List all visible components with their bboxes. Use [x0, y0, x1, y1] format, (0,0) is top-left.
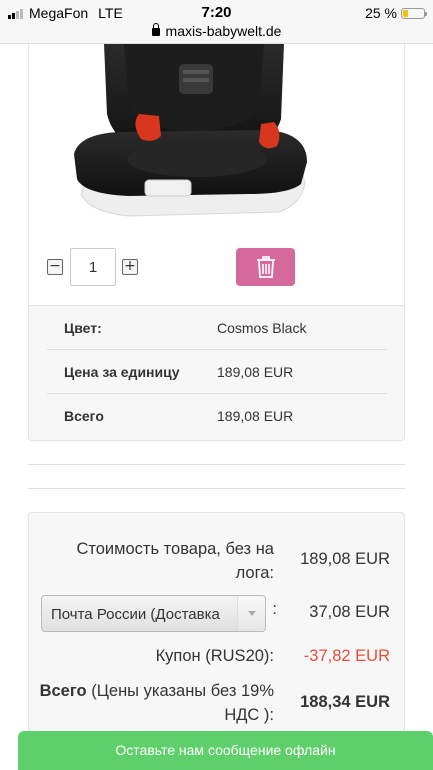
subtotal-value: 189,08 EUR: [300, 550, 390, 568]
total-label-note: (Цены указаны без 19% НДС ):: [86, 682, 274, 724]
battery-percent: 25 %: [365, 5, 397, 21]
attribute-label: Цена за единицу: [64, 364, 180, 380]
chevron-down-icon: [237, 596, 265, 631]
shipping-method-select[interactable]: Почта России (Доставка: [41, 595, 266, 632]
attribute-label: Всего: [64, 408, 104, 424]
status-bar: MegaFon LTE 7:20 maxis-babywelt.de 25 %: [0, 0, 433, 44]
increase-quantity-button[interactable]: +: [122, 259, 138, 275]
battery-status: 25 %: [365, 5, 427, 21]
offline-message-button[interactable]: Оставьте нам сообщение офлайн: [18, 731, 433, 770]
delete-item-button[interactable]: [236, 248, 295, 286]
subtotal-label: Стоимость товара, без на лога:: [76, 540, 274, 582]
item-attributes: Цвет: Cosmos Black Цена за единицу 189,0…: [29, 305, 404, 440]
quantity-input[interactable]: 1: [70, 248, 116, 286]
attribute-value: Cosmos Black: [217, 320, 307, 336]
attribute-row: Цена за единицу 189,08 EUR: [47, 350, 387, 394]
attribute-row: Всего 189,08 EUR: [47, 394, 387, 438]
total-label-bold: Всего: [39, 682, 87, 700]
attribute-label: Цвет:: [64, 320, 102, 336]
attribute-row: Цвет: Cosmos Black: [47, 306, 387, 350]
attribute-value: 189,08 EUR: [217, 408, 294, 424]
attribute-value: 189,08 EUR: [217, 364, 294, 380]
quantity-row: − 1 +: [47, 248, 387, 288]
coupon-value: -37,82 EUR: [303, 647, 390, 665]
shipping-colon: :: [272, 600, 277, 618]
decrease-quantity-button[interactable]: −: [47, 259, 63, 275]
address-bar[interactable]: maxis-babywelt.de: [0, 23, 433, 39]
lock-icon: [151, 23, 160, 36]
divider: [28, 464, 405, 465]
battery-icon: [401, 7, 427, 19]
url-text: maxis-babywelt.de: [165, 23, 282, 39]
shipping-method-selected: Почта России (Доставка: [51, 606, 220, 623]
divider: [28, 488, 405, 489]
cart-item-card: − 1 + Цвет: Cosmos Black Цена за единицу…: [28, 44, 405, 441]
trash-icon: [256, 256, 275, 278]
total-label: Всего (Цены указаны без 19% НДС ):: [39, 679, 274, 727]
total-value: 188,34 EUR: [300, 693, 390, 711]
coupon-label: Купон (RUS20):: [155, 647, 274, 665]
shipping-value: 37,08 EUR: [309, 603, 390, 621]
car-seat-image: [74, 44, 307, 217]
